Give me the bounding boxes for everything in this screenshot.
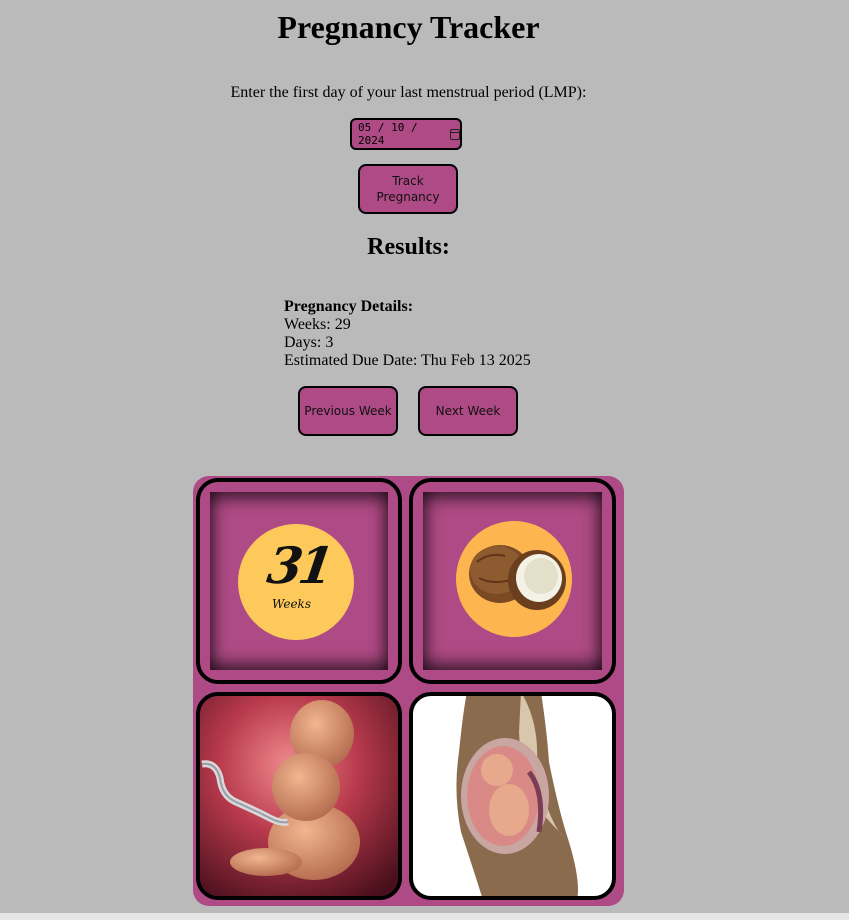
- page-title: Pregnancy Tracker: [277, 9, 540, 45]
- lmp-label: Enter the first day of your last menstru…: [230, 84, 587, 101]
- date-value: 05 / 10 / 2024: [358, 121, 418, 147]
- calendar-icon[interactable]: [449, 128, 460, 140]
- coconut-icon: [469, 545, 566, 610]
- lmp-date-input[interactable]: 05 / 10 / 2024: [350, 118, 462, 150]
- results-heading: Results:: [367, 234, 450, 260]
- weeks-value: Weeks: 29: [284, 316, 351, 333]
- details-title: Pregnancy Details:: [284, 298, 414, 315]
- womb-cross-section: [456, 696, 578, 896]
- womb-cross-section-card: [409, 692, 616, 900]
- fetus-illustration: [200, 696, 398, 896]
- previous-week-button[interactable]: Previous Week: [298, 386, 398, 436]
- week-word: Weeks: [272, 597, 311, 611]
- week-number: 31: [263, 536, 334, 595]
- week-gallery: 31 Weeks: [193, 476, 624, 906]
- pregnancy-details: Pregnancy Details: Weeks: 29 Days: 3 Est…: [284, 298, 531, 370]
- week-badge-card: 31 Weeks: [196, 478, 402, 684]
- fruit-size-card: [409, 478, 616, 684]
- next-week-button[interactable]: Next Week: [418, 386, 518, 436]
- due-date-value: Estimated Due Date: Thu Feb 13 2025: [284, 352, 531, 369]
- days-value: Days: 3: [284, 334, 334, 351]
- fetus-illustration-card: [196, 692, 402, 900]
- track-pregnancy-button[interactable]: Track Pregnancy: [358, 164, 458, 214]
- page-bottom-edge: [0, 913, 849, 920]
